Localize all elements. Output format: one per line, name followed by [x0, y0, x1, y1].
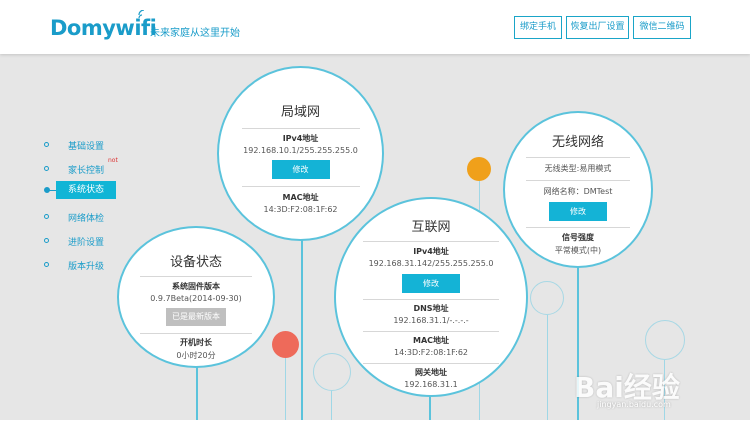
wechat-qr-button[interactable]: 微信二维码 [633, 16, 691, 39]
orange-dot [467, 157, 491, 181]
internet-modify-button[interactable]: 修改 [402, 274, 460, 293]
watermark-url: jingyan.baidu.com [597, 400, 671, 409]
device-title: 设备状态 [169, 255, 222, 270]
red-dot [272, 331, 299, 358]
dns-value: 192.168.31.1/-.-.-.- [393, 316, 469, 325]
latest-version-button: 已是最新版本 [166, 308, 226, 326]
sidebar-item-label: 版本升级 [68, 262, 105, 272]
wireless-card: 无线网络 无线类型:易用模式 网络名称：DMTest 修改 信号强度 平常模式(… [503, 111, 653, 268]
internet-card: 互联网 IPv4地址 192.168.31.142/255.255.255.0 … [334, 197, 528, 397]
wireless-type: 无线类型:易用模式 [544, 164, 612, 173]
divider [363, 299, 499, 300]
lan-card: 局域网 IPv4地址 192.168.10.1/255.255.255.0 修改… [217, 66, 384, 241]
top-header: Domywifi 未来家庭从这里开始 绑定手机 恢复出厂设置 微信二维码 [0, 0, 750, 54]
stem-lan [301, 240, 303, 420]
divider [363, 331, 499, 332]
divider [241, 186, 360, 187]
divider [241, 128, 360, 129]
new-badge: not [108, 157, 118, 164]
gateway-label: 网关地址 [415, 368, 447, 377]
sidebar-item-parental-control[interactable]: 家长控制 not [44, 157, 164, 180]
internet-ipv4-label: IPv4地址 [413, 247, 449, 256]
sidebar-item-network-check[interactable]: 网络体检 [44, 208, 164, 228]
slogan: 未来家庭从这里开始 [150, 28, 240, 39]
network-name: 网络名称：DMTest [543, 187, 613, 196]
stem-device [196, 365, 198, 420]
lan-mac-value: 14:3D:F2:08:1F:62 [263, 205, 338, 214]
dns-label: DNS地址 [413, 304, 449, 313]
internet-title: 互联网 [411, 220, 451, 235]
wireless-modify-button[interactable]: 修改 [549, 202, 607, 221]
factory-reset-button[interactable]: 恢复出厂设置 [566, 16, 629, 39]
lan-ipv4-label: IPv4地址 [282, 134, 319, 143]
footer-bar [0, 420, 750, 445]
device-status-card: 设备状态 系统固件版本 0.9.7Beta(2014-09-30) 已是最新版本… [117, 226, 275, 368]
divider [140, 333, 252, 334]
firmware-version-value: 0.9.7Beta(2014-09-30) [150, 294, 242, 303]
uptime-label: 开机时长 [180, 338, 212, 347]
wifi-icon [138, 10, 145, 19]
sidebar-item-label: 进阶设置 [68, 238, 105, 248]
gateway-value: 192.168.31.1 [404, 380, 458, 389]
firmware-version-label: 系统固件版本 [172, 282, 220, 291]
wireless-title: 无线网络 [551, 135, 604, 150]
signal-strength-label: 信号强度 [562, 233, 594, 242]
stem-ring-right1 [547, 315, 548, 420]
divider [140, 276, 252, 277]
signal-strength-value: 平常模式(中) [554, 246, 602, 255]
sidebar-item-system-status[interactable]: 系统状态 [43, 181, 164, 201]
lan-mac-label: MAC地址 [282, 193, 319, 202]
internet-ipv4-value: 192.168.31.142/255.255.255.0 [368, 259, 494, 268]
lan-modify-button[interactable]: 修改 [271, 160, 330, 179]
active-connector [49, 190, 56, 191]
sidebar-item-label: 家长控制 [68, 166, 105, 176]
sidebar-item-basic-settings[interactable]: 基础设置 [44, 136, 164, 156]
stem-small-ring [331, 390, 332, 420]
lan-title: 局域网 [280, 105, 320, 120]
sidebar-item-label: 网络体检 [68, 214, 105, 224]
nav-dot [44, 214, 49, 219]
nav-dot [44, 166, 49, 171]
divider [363, 363, 499, 364]
divider [526, 227, 630, 228]
ring-right-2 [645, 320, 685, 360]
bind-phone-button[interactable]: 绑定手机 [514, 16, 562, 39]
uptime-value: 0小时20分 [176, 351, 216, 360]
nav-dot [44, 238, 49, 243]
divider [526, 180, 630, 181]
stem-internet [429, 395, 431, 420]
internet-mac-label: MAC地址 [412, 336, 450, 345]
lan-ipv4-value: 192.168.10.1/255.255.255.0 [243, 146, 358, 155]
sidebar-item-label: 系统状态 [56, 181, 117, 199]
nav-dot [44, 142, 49, 147]
ring-right-1 [530, 281, 564, 315]
sidebar-item-label: 基础设置 [68, 142, 105, 152]
nav-dot [44, 262, 49, 267]
divider [526, 157, 630, 158]
internet-mac-value: 14:3D:F2:08:1F:62 [393, 348, 469, 357]
divider [363, 241, 499, 242]
stem-red [285, 358, 286, 420]
